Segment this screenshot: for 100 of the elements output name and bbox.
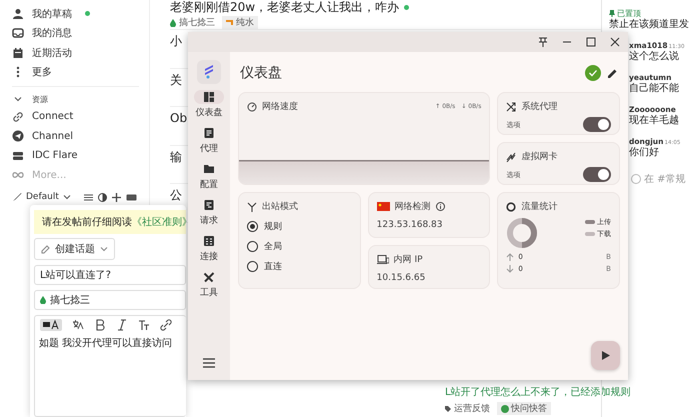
pin-icon [609, 10, 615, 17]
sidebar-item[interactable]: 我的消息 [12, 24, 149, 43]
topic-title[interactable]: 关 [170, 72, 182, 86]
table-icon [203, 235, 215, 247]
sidebar-link[interactable]: Connect [12, 107, 149, 126]
nav-item[interactable]: 连接 [194, 234, 224, 270]
guidelines-notice: 请在发帖前仔细阅读《社区准则》 [42, 216, 192, 229]
topic-title[interactable]: 输 [170, 150, 182, 164]
chat-message: 你们好 [629, 146, 660, 159]
nav-item[interactable]: 请求 [194, 198, 224, 234]
card-title: 网络检测 [394, 200, 431, 213]
radio-button[interactable] [247, 261, 258, 272]
chat-message: 这个怎么说 [629, 50, 680, 63]
donut-drawing [506, 217, 538, 249]
inbox-icon [12, 27, 24, 40]
nav-item[interactable]: 配置 [194, 162, 224, 198]
menu-icon [203, 358, 215, 368]
legend-swatch [584, 232, 595, 236]
shuffle-icon [506, 102, 516, 112]
radio-button[interactable] [247, 221, 258, 232]
sidebar-link[interactable]: Channel [12, 126, 149, 146]
chat-message: 自己能不能 [629, 82, 680, 95]
radio-option[interactable]: 直连 [247, 260, 352, 273]
topic-title[interactable]: 小 [170, 34, 182, 48]
keyboard-icon [126, 192, 137, 202]
maximize-icon [586, 37, 596, 47]
radio-option[interactable]: 全局 [247, 240, 352, 253]
title-input[interactable]: L站可以直连了? [34, 265, 186, 285]
flag-icon [376, 202, 390, 211]
topic-type-dropdown[interactable]: 创建话题 [34, 238, 115, 260]
legend-swatch [584, 220, 595, 224]
theme-selector[interactable]: Default [26, 192, 59, 202]
topic-title[interactable]: 老婆刚刚借20w，老婆老丈人让我出，咋办 [170, 0, 400, 14]
sidebar-item[interactable]: 我的草稿 [12, 4, 149, 24]
sidebar-item[interactable]: 更多 [12, 62, 149, 82]
pinned-label: 已置顶 [617, 8, 641, 18]
guidelines-link[interactable]: 《社区准则》 [132, 217, 192, 228]
sidebar-item[interactable]: 近期活动 [12, 43, 149, 62]
nav-item[interactable]: 仪表盘 [194, 90, 224, 126]
translate-icon [72, 319, 84, 331]
topic-title[interactable]: 公 [170, 188, 182, 202]
pin-icon [538, 37, 548, 47]
section-label[interactable]: 资源 [32, 94, 48, 104]
droplet-icon [170, 18, 176, 26]
question-icon [501, 404, 509, 412]
topic-category[interactable]: 搞七捻三 [179, 16, 215, 29]
post-body-input[interactable]: 如题 我没开代理可以直接访问 [35, 334, 186, 352]
gauge-icon [247, 102, 257, 112]
link-icon [12, 110, 24, 123]
markdown-toggle-icon [40, 319, 62, 331]
pencil-icon [607, 68, 618, 78]
topic-title[interactable]: Ob [170, 111, 188, 125]
laptop-icon [376, 255, 389, 264]
radio-option[interactable]: 规则 [247, 220, 352, 233]
user-icon [12, 8, 24, 20]
route-icon [247, 202, 257, 212]
topic-tag[interactable]: 纯水 [222, 16, 258, 29]
nav-item[interactable]: 工具 [194, 270, 224, 306]
droplet-icon [40, 296, 46, 304]
chat-message: 现在羊毛越 [629, 114, 680, 127]
chevron-icon [100, 245, 108, 253]
card-title: 虚拟网卡 [521, 150, 558, 163]
pinned-message: 禁止在该频道里发 [608, 19, 689, 31]
play-icon [602, 351, 610, 360]
link-icon [160, 319, 172, 331]
start-button[interactable] [591, 341, 620, 370]
italic-icon [116, 319, 128, 331]
card-title: 内网 IP [394, 254, 423, 266]
folder-icon [203, 163, 215, 175]
logo-icon [203, 65, 215, 79]
sidebar-link[interactable]: IDC Flare [12, 146, 149, 166]
topic-title[interactable]: L站开了代理怎么上不来了，已经添加规则 [445, 386, 631, 400]
radio-button[interactable] [247, 241, 258, 252]
toggle-switch[interactable] [582, 167, 611, 182]
card-title: 网络速度 [262, 100, 298, 113]
contrast-icon [98, 192, 107, 202]
nav-item[interactable]: 代理 [194, 126, 224, 162]
edit-icon [41, 244, 50, 254]
dashboard-icon [203, 91, 215, 103]
card-title: 流量统计 [521, 200, 558, 213]
topic-tag[interactable]: 快问快答 [497, 402, 551, 415]
info-icon [436, 202, 445, 211]
calendar-icon [12, 46, 24, 59]
arrow-down-icon [506, 265, 514, 273]
category-selector[interactable]: 搞七捻三 [34, 290, 186, 310]
chevron-icon [62, 193, 71, 201]
topic-category[interactable]: 运营反馈 [454, 402, 490, 415]
check-circle-icon [585, 65, 601, 81]
server-icon [12, 150, 24, 162]
card-title: 系统代理 [521, 100, 558, 113]
lan-ip: 10.15.6.65 [376, 273, 426, 283]
network-icon [506, 152, 516, 162]
page-title: 仪表盘 [239, 64, 283, 82]
request-icon [203, 199, 215, 211]
text-size-icon [138, 319, 150, 331]
toggle-switch[interactable] [582, 117, 611, 132]
document-icon [203, 127, 215, 139]
arrow-up-icon [506, 253, 514, 261]
card-title: 出站模式 [262, 200, 298, 213]
public-ip: 123.53.168.83 [376, 220, 444, 230]
